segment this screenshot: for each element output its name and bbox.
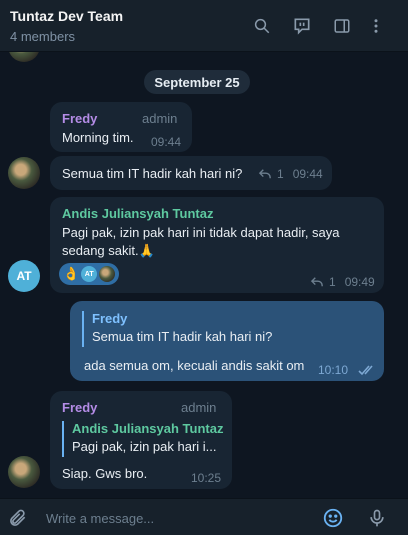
avatar[interactable]: AT — [8, 260, 40, 292]
ok-hand-emoji: 👌 — [63, 266, 80, 281]
double-check-icon — [358, 365, 373, 376]
message-time: 09:49 — [344, 275, 375, 289]
discussion-icon[interactable] — [290, 14, 314, 38]
quote-text: Pagi pak, izin pak hari i... — [72, 439, 217, 454]
reactor-avatar: AT — [81, 266, 98, 282]
message-text: Siap. Gws bro. — [62, 466, 148, 481]
reply-count[interactable]: 1 09:44 — [258, 167, 323, 181]
message-bubble[interactable]: Fredy admin Andis Juliansyah Tuntaz Pagi… — [50, 391, 232, 489]
reply-count-value: 1 — [277, 167, 284, 181]
message-time: 09:44 — [292, 167, 323, 181]
member-count: 4 members — [10, 29, 76, 44]
message-bubble[interactable]: Semua tim IT hadir kah hari ni? 1 09:44 — [50, 156, 332, 190]
message-text: ada semua om, kecuali andis sakit om — [84, 358, 305, 373]
message-input[interactable] — [46, 509, 296, 527]
sender-name[interactable]: Fredy — [62, 400, 97, 415]
message-time: 10:25 — [191, 471, 222, 485]
sidebar-icon[interactable] — [330, 14, 354, 38]
avatar[interactable] — [8, 456, 40, 488]
reaction-chip[interactable]: 👌 AT — [59, 263, 120, 285]
date-separator: September 25 — [144, 70, 250, 94]
avatar[interactable] — [8, 52, 40, 62]
reactor-avatar — [99, 266, 116, 282]
message-time: 10:10 — [318, 363, 349, 377]
quote-text: Semua tim IT hadir kah hari ni? — [92, 329, 273, 344]
reply-quote[interactable]: Andis Juliansyah Tuntaz Pagi pak, izin p… — [62, 421, 223, 457]
reply-count[interactable]: 1 09:49 — [310, 275, 375, 289]
quote-sender: Fredy — [92, 311, 128, 326]
message-text-line: Pagi pak, izin pak hari ini tidak dapat … — [62, 225, 340, 240]
chat-header[interactable]: Tuntaz Dev Team 4 members — [0, 0, 408, 52]
message-text: Semua tim IT hadir kah hari ni? — [62, 166, 243, 181]
more-icon[interactable] — [364, 14, 388, 38]
message-text: Morning tim. — [62, 130, 134, 145]
reply-icon — [310, 277, 323, 287]
sender-name[interactable]: Fredy — [62, 111, 97, 126]
message-bubble[interactable]: Andis Juliansyah Tuntaz Pagi pak, izin p… — [50, 197, 384, 293]
attach-icon[interactable] — [7, 507, 29, 529]
message-text-line: sedang sakit.🙏 — [62, 243, 155, 258]
quote-sender: Andis Juliansyah Tuntaz — [72, 421, 224, 436]
message-bubble[interactable]: Fredy admin Morning tim. 09:44 — [50, 102, 192, 152]
message-list[interactable]: September 25 Fredy admin Morning tim. 09… — [0, 52, 408, 498]
search-icon[interactable] — [250, 14, 274, 38]
message-time: 09:44 — [151, 135, 182, 149]
admin-badge: admin — [181, 400, 217, 415]
reply-count-value: 1 — [329, 275, 336, 289]
avatar[interactable] — [8, 157, 40, 189]
chat-title: Tuntaz Dev Team — [10, 8, 124, 24]
message-composer — [0, 498, 408, 535]
sender-name[interactable]: Andis Juliansyah Tuntaz — [62, 206, 213, 221]
emoji-icon[interactable] — [322, 507, 344, 529]
microphone-icon[interactable] — [366, 507, 388, 529]
reply-quote[interactable]: Fredy Semua tim IT hadir kah hari ni? — [82, 311, 272, 347]
reply-icon — [258, 169, 271, 179]
admin-badge: admin — [142, 111, 178, 126]
outgoing-message-bubble[interactable]: Fredy Semua tim IT hadir kah hari ni? ad… — [70, 301, 384, 381]
